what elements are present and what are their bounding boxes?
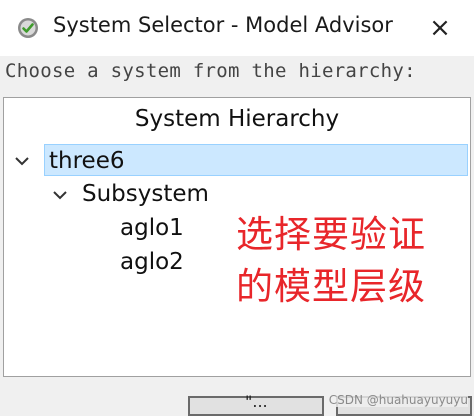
tree-node-label: Subsystem xyxy=(82,181,209,207)
instruction-label: Choose a system from the hierarchy: xyxy=(5,60,416,82)
tree-node-subsystem[interactable]: Subsystem xyxy=(82,178,209,210)
close-icon: × xyxy=(429,13,451,43)
tree-node-label: aglo2 xyxy=(120,249,184,275)
check-circle-icon xyxy=(18,18,38,38)
window-title: System Selector - Model Advisor xyxy=(53,13,393,37)
tree-node-label: three6 xyxy=(49,148,125,174)
tree-node-three6[interactable]: three6 xyxy=(44,144,468,176)
tree-header: System Hierarchy xyxy=(134,106,340,132)
chevron-down-icon[interactable] xyxy=(14,153,30,169)
tree-node-aglo1[interactable]: aglo1 xyxy=(120,212,184,244)
tree-node-label: aglo1 xyxy=(120,215,184,241)
tree-node-aglo2[interactable]: aglo2 xyxy=(120,246,184,278)
ok-button[interactable]: "... xyxy=(188,392,324,416)
ok-button-label: "... xyxy=(245,392,268,411)
watermark: CSDN @huahuayuyuyu xyxy=(328,393,468,407)
title-bar: System Selector - Model Advisor × xyxy=(0,0,474,56)
chevron-down-icon[interactable] xyxy=(52,187,68,203)
close-button[interactable]: × xyxy=(418,6,462,50)
annotation-line-2: 的模型层级 xyxy=(236,265,426,308)
annotation-line-1: 选择要验证 xyxy=(236,213,426,256)
